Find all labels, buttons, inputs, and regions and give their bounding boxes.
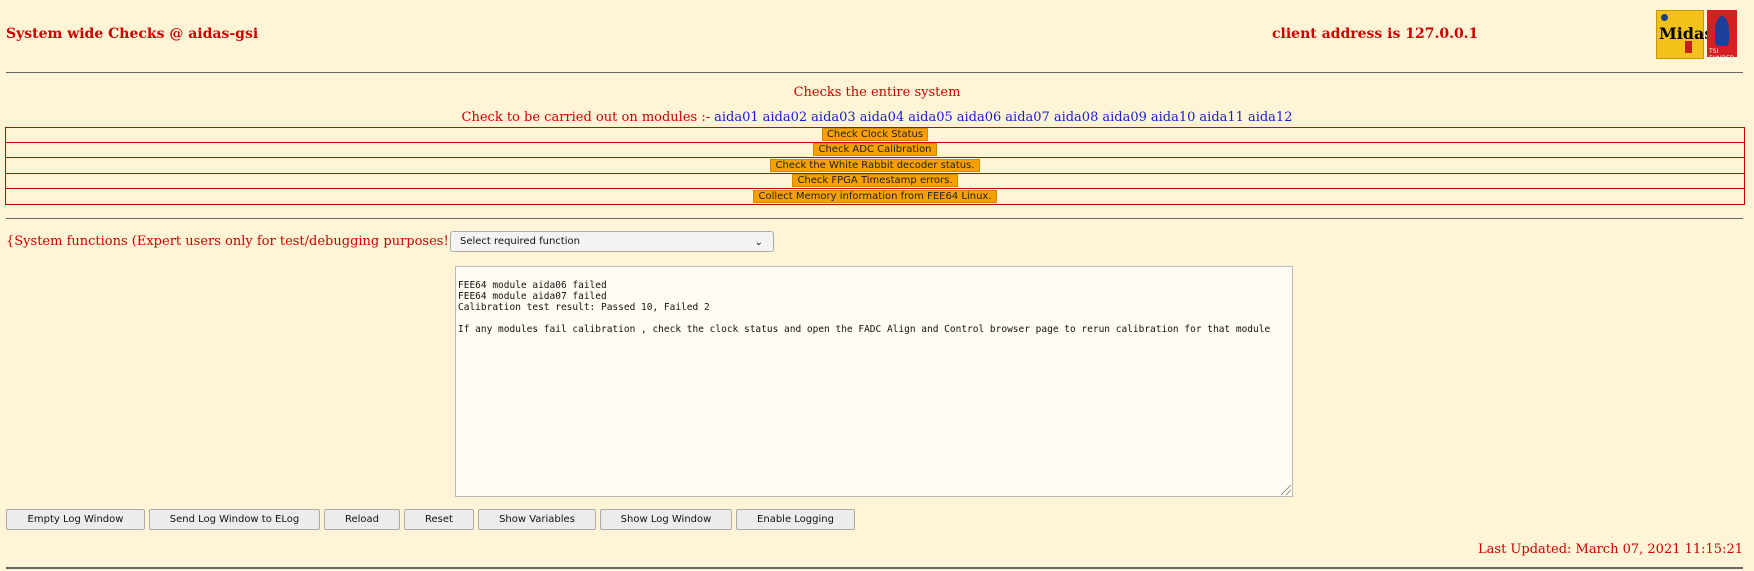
log-line: Calibration test result: Passed 10, Fail… (458, 302, 710, 313)
check-white-rabbit-button[interactable]: Check the White Rabbit decoder status. (770, 158, 980, 172)
module-link-aida06[interactable]: aida06 (957, 110, 1002, 125)
log-line: FEE64 module aida07 failed (458, 291, 607, 302)
midas-dot-icon (1661, 14, 1668, 21)
divider-top (6, 72, 1743, 73)
midas-bar-icon (1685, 41, 1692, 53)
module-links: aida01 aida02 aida03 aida04 aida05 aida06 aida… (710, 110, 1292, 125)
log-line: If any modules fail calibration , check … (458, 324, 1271, 335)
log-window[interactable]: FEE64 module aida06 failed FEE64 module a… (455, 266, 1293, 497)
resize-grip-icon[interactable] (1281, 485, 1291, 495)
check-adc-calibration-button[interactable]: Check ADC Calibration (813, 143, 937, 157)
show-log-button[interactable]: Show Log Window (600, 509, 732, 530)
reload-button[interactable]: Reload (324, 509, 400, 530)
check-row: Check the White Rabbit decoder status. (5, 158, 1745, 174)
client-address: client address is 127.0.0.1 (1272, 26, 1479, 42)
divider-middle (6, 218, 1743, 219)
last-updated: Last Updated: March 07, 2021 11:15:21 (1478, 542, 1743, 557)
check-row: Collect Memory information from FEE64 Li… (5, 189, 1745, 205)
modules-line: Check to be carried out on modules :- aid… (0, 110, 1754, 125)
module-link-aida04[interactable]: aida04 (860, 110, 905, 125)
module-link-aida10[interactable]: aida10 (1151, 110, 1196, 125)
function-select[interactable]: Select required function ⌄ (450, 231, 774, 252)
module-link-aida11[interactable]: aida11 (1199, 110, 1244, 125)
module-link-aida01[interactable]: aida01 (714, 110, 759, 125)
checks-table: Check Clock Status Check ADC Calibration… (5, 127, 1745, 205)
page-subtitle: Checks the entire system (793, 85, 961, 100)
system-functions-label: {System functions (Expert users only for… (6, 234, 490, 249)
logos: Midas TSI FUNDED (1656, 10, 1737, 62)
enable-logging-button[interactable]: Enable Logging (736, 509, 855, 530)
tsi-f-icon (1715, 16, 1729, 46)
module-link-aida09[interactable]: aida09 (1102, 110, 1147, 125)
module-link-aida03[interactable]: aida03 (811, 110, 856, 125)
module-link-aida07[interactable]: aida07 (1005, 110, 1050, 125)
page-title: System wide Checks @ aidas-gsi (6, 26, 259, 42)
header: System wide Checks @ aidas-gsi client ad… (6, 0, 1748, 71)
tsi-logo[interactable]: TSI FUNDED (1707, 10, 1737, 62)
chevron-down-icon: ⌄ (754, 237, 763, 248)
show-variables-button[interactable]: Show Variables (478, 509, 596, 530)
collect-memory-button[interactable]: Collect Memory information from FEE64 Li… (753, 189, 997, 203)
send-elog-button[interactable]: Send Log Window to ELog (149, 509, 320, 530)
function-select-value: Select required function (460, 236, 580, 247)
check-row: Check ADC Calibration (5, 142, 1745, 158)
check-row: Check FPGA Timestamp errors. (5, 173, 1745, 189)
button-bar: Empty Log Window Send Log Window to ELog… (6, 509, 859, 530)
module-link-aida08[interactable]: aida08 (1054, 110, 1099, 125)
midas-logo[interactable]: Midas (1656, 10, 1713, 59)
check-row: Check Clock Status (5, 127, 1745, 143)
check-clock-status-button[interactable]: Check Clock Status (821, 128, 929, 142)
reset-button[interactable]: Reset (404, 509, 474, 530)
divider-bottom (6, 567, 1743, 569)
module-link-aida02[interactable]: aida02 (763, 110, 808, 125)
empty-log-button[interactable]: Empty Log Window (6, 509, 145, 530)
check-fpga-timestamp-button[interactable]: Check FPGA Timestamp errors. (792, 174, 958, 188)
module-link-aida12[interactable]: aida12 (1248, 110, 1293, 125)
modules-prefix: Check to be carried out on modules :- (461, 110, 711, 125)
module-link-aida05[interactable]: aida05 (908, 110, 953, 125)
tsi-logo-caption: TSI FUNDED (1709, 48, 1735, 62)
log-line: FEE64 module aida06 failed (458, 280, 607, 291)
